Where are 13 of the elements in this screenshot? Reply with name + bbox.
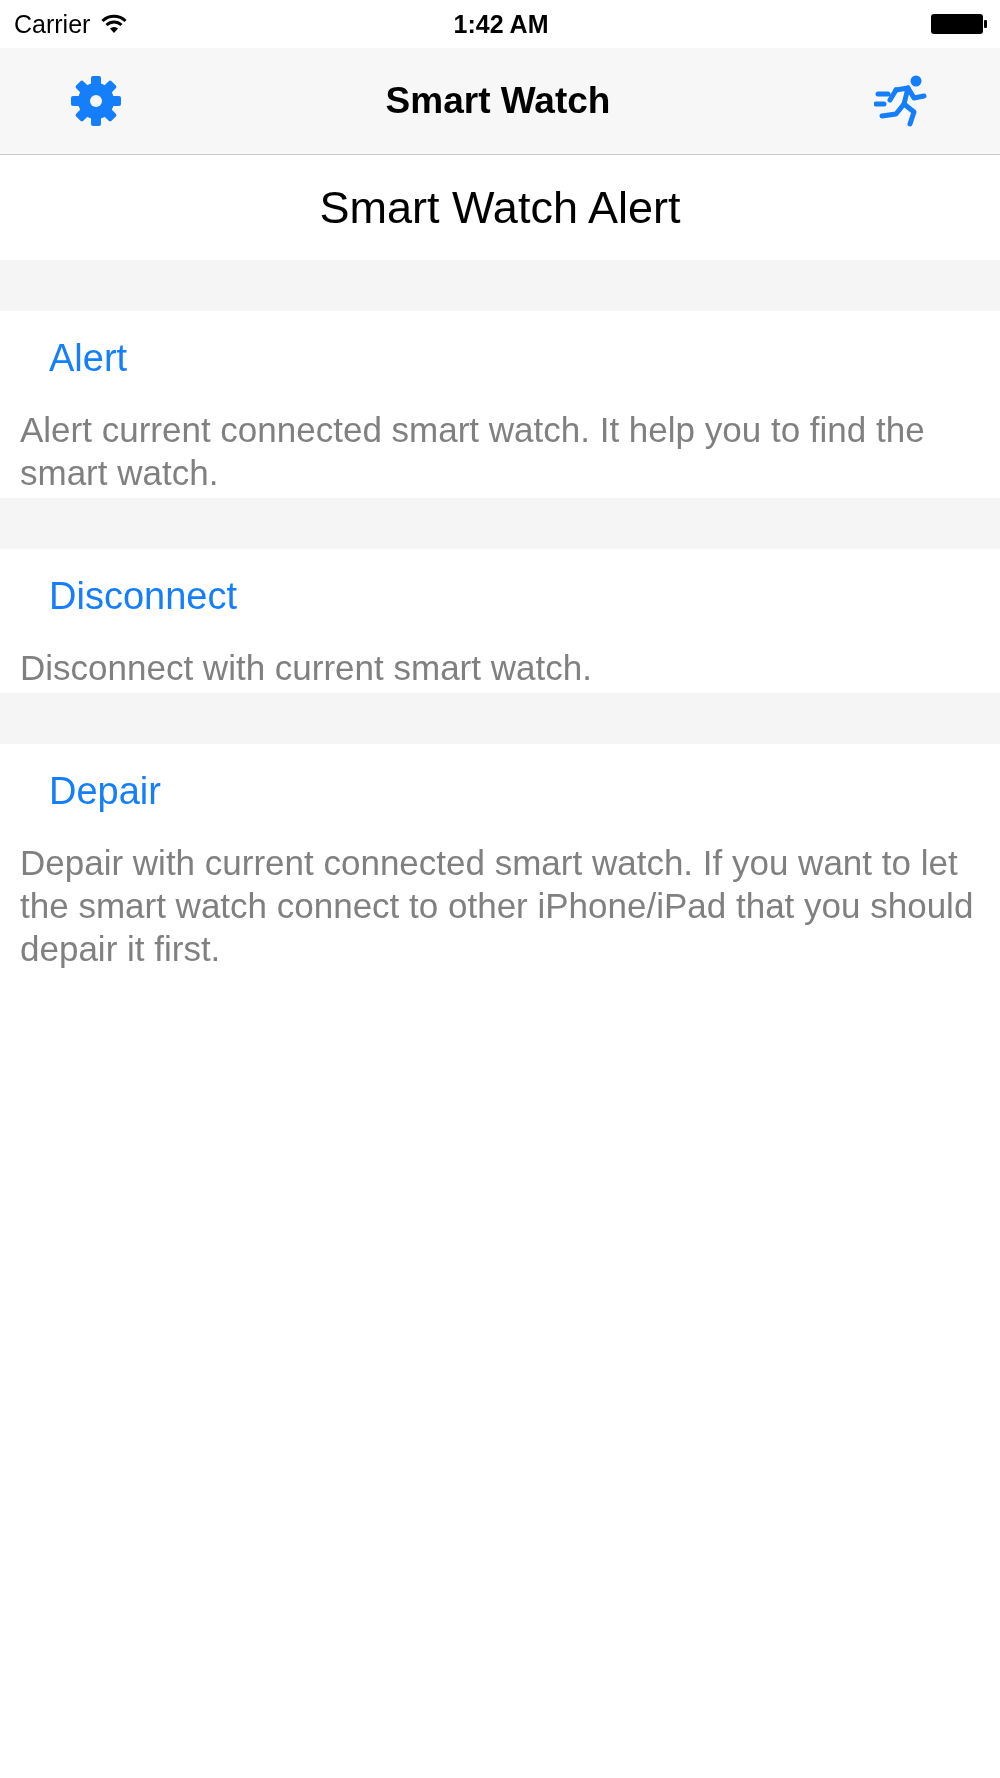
action-link[interactable]: Depair [49, 770, 161, 813]
action-link[interactable]: Alert [49, 337, 128, 380]
wifi-icon [100, 14, 129, 34]
battery-icon [930, 13, 988, 35]
action-link[interactable]: Disconnect [49, 575, 237, 618]
nav-title: Smart Watch [385, 80, 611, 122]
carrier-label: Carrier [14, 9, 91, 39]
action-description: Depair with current connected smart watch. If you want to let the smart watch connect to other iPhone/iPad that you should depair it first. [20, 842, 975, 970]
action-description: Alert current connected smart watch. It help you to find the smart watch. [20, 409, 926, 494]
action-description: Disconnect with current smart watch. [20, 647, 593, 689]
page-heading: Smart Watch Alert [319, 181, 681, 234]
status-time: 1:42 AM [453, 9, 549, 39]
settings-icon[interactable] [70, 75, 122, 127]
